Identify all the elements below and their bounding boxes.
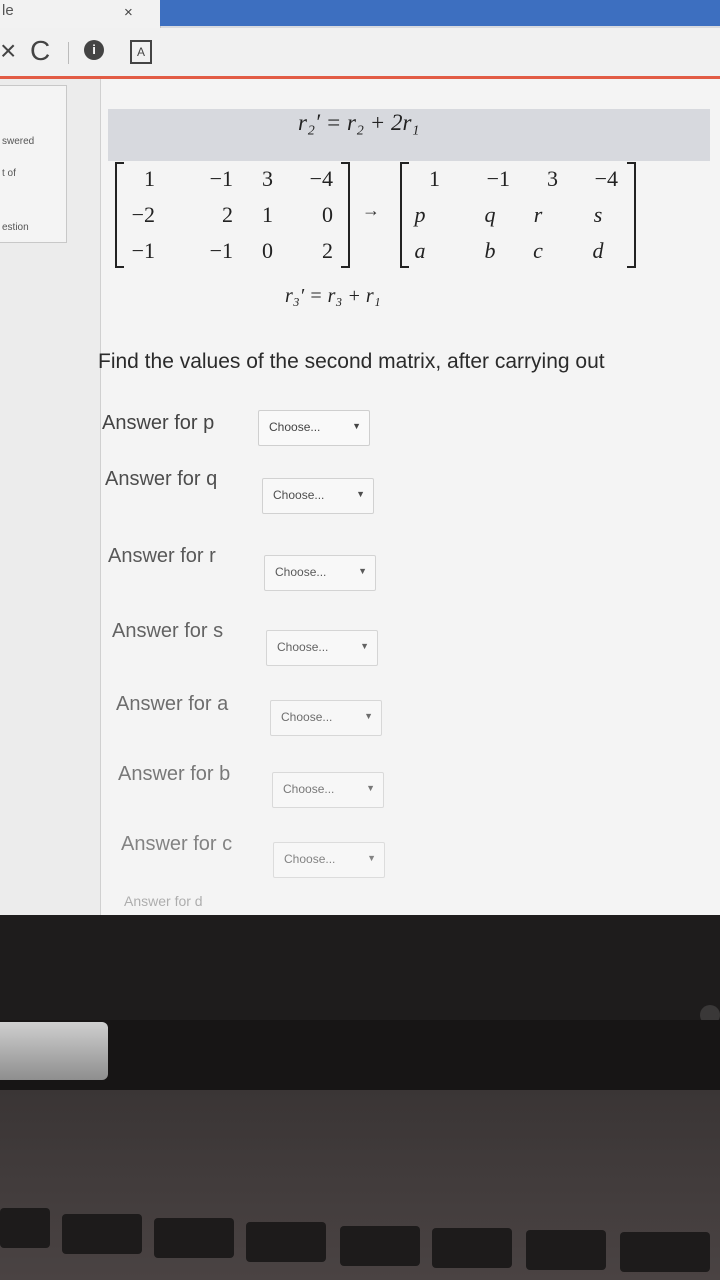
dropdown-value: Choose... <box>269 420 321 434</box>
matrix-cell: s <box>593 202 603 227</box>
dropdown-value: Choose... <box>273 488 325 502</box>
matrix-cell: −1 <box>209 238 233 263</box>
question-text: Find the values of the second matrix, af… <box>98 350 605 373</box>
info-answered: swered <box>2 136 35 147</box>
answer-label: Answer for p <box>102 412 215 434</box>
matrix-cell: 1 <box>144 166 155 191</box>
answer-label: Answer for s <box>112 620 224 642</box>
tab-strip <box>160 0 720 26</box>
caret-down-icon: ▼ <box>367 853 376 863</box>
keyboard-key <box>432 1228 512 1268</box>
laptop-hinge <box>0 1020 720 1090</box>
matrix-cell: 2 <box>222 202 233 227</box>
matrix-cell: r <box>533 202 543 227</box>
answer-dropdown[interactable]: Choose... ▼ <box>258 410 370 446</box>
caret-down-icon: ▼ <box>360 641 369 651</box>
info-flag-question[interactable]: estion <box>2 222 29 233</box>
dropdown-value: Choose... <box>284 852 336 866</box>
dropdown-value: Choose... <box>275 565 327 579</box>
result-matrix: 1 −1 3 −4 p q r s a b c d <box>400 162 636 268</box>
keyboard-key <box>0 1208 50 1248</box>
matrix-cell: 0 <box>262 238 273 263</box>
caret-down-icon: ▼ <box>358 566 367 576</box>
answer-dropdown[interactable]: Choose... ▼ <box>272 772 384 808</box>
answer-dropdown[interactable]: Choose... ▼ <box>273 842 385 878</box>
divider <box>68 42 69 64</box>
matrix-cell: −4 <box>309 166 333 191</box>
matrix-cell: 3 <box>262 166 273 191</box>
matrix-cell: 1 <box>429 166 440 191</box>
matrix-cell: −1 <box>131 238 155 263</box>
matrix-cell: 3 <box>547 166 558 191</box>
matrix-bracket-right <box>341 162 350 268</box>
tab-close-icon[interactable]: × <box>124 4 133 21</box>
row-operation-r3: r₃′ = r₃ + r₁ <box>285 285 381 307</box>
tab-bar: le × <box>0 0 720 28</box>
matrix-cell: 2 <box>322 238 333 263</box>
keyboard-key <box>154 1218 234 1258</box>
browser-tab[interactable]: le × <box>0 0 161 28</box>
stop-icon[interactable]: × <box>0 36 16 66</box>
matrix-cell: a <box>414 238 426 263</box>
hinge-plate <box>0 1022 108 1080</box>
answer-label: Answer for d <box>124 893 203 909</box>
answer-label: Answer for b <box>118 763 231 785</box>
matrix-cell: p <box>414 202 426 227</box>
dropdown-value: Choose... <box>281 710 333 724</box>
caret-down-icon: ▼ <box>366 783 375 793</box>
matrix-cell: c <box>533 238 543 263</box>
matrix-cell: −2 <box>131 202 155 227</box>
matrix-cell: −1 <box>486 166 510 191</box>
answer-dropdown[interactable]: Choose... ▼ <box>270 700 382 736</box>
tab-title: le <box>2 2 14 19</box>
reload-icon[interactable]: C <box>30 36 50 66</box>
matrix-cell: b <box>484 238 496 263</box>
caret-down-icon: ▼ <box>356 489 365 499</box>
answer-label: Answer for q <box>105 468 218 490</box>
keyboard-key <box>246 1222 326 1262</box>
matrix-bracket-right <box>627 162 636 268</box>
answer-dropdown[interactable]: Choose... ▼ <box>266 630 378 666</box>
answer-dropdown[interactable]: Choose... ▼ <box>264 555 376 591</box>
keyboard-key <box>620 1232 710 1272</box>
question-info-box: swered t of estion <box>0 85 67 243</box>
answer-label: Answer for c <box>121 833 233 855</box>
keyboard-key <box>340 1226 420 1266</box>
keyboard-key <box>62 1214 142 1254</box>
dropdown-value: Choose... <box>277 640 329 654</box>
matrix-cell: d <box>592 238 604 263</box>
quiz-sidebar: swered t of estion <box>0 79 101 964</box>
arrow-icon: → <box>362 200 380 220</box>
matrix-cell: 0 <box>322 202 333 227</box>
dropdown-value: Choose... <box>283 782 335 796</box>
matrix-cell: q <box>484 202 496 227</box>
keyboard-deck <box>0 1090 720 1280</box>
navigation-bar: × C i A <box>0 28 720 79</box>
answer-dropdown[interactable]: Choose... ▼ <box>262 478 374 514</box>
answer-label: Answer for a <box>116 693 229 715</box>
original-matrix: 1 −1 3 −4 −2 2 1 0 −1 −1 0 2 <box>115 162 350 268</box>
caret-down-icon: ▼ <box>364 711 373 721</box>
site-info-icon[interactable]: i <box>84 40 104 60</box>
laptop-bezel <box>0 915 720 1025</box>
matrix-cell: −1 <box>209 166 233 191</box>
matrix-cell: −4 <box>594 166 618 191</box>
answer-label: Answer for r <box>108 545 216 567</box>
extension-icon[interactable]: A <box>130 40 152 64</box>
keyboard-key <box>526 1230 606 1270</box>
caret-down-icon: ▼ <box>352 421 361 431</box>
info-mark: t of <box>2 168 16 179</box>
row-operation-r2: r₂′ = r₂ + 2r₁ <box>298 110 420 135</box>
matrix-cell: 1 <box>262 202 273 227</box>
